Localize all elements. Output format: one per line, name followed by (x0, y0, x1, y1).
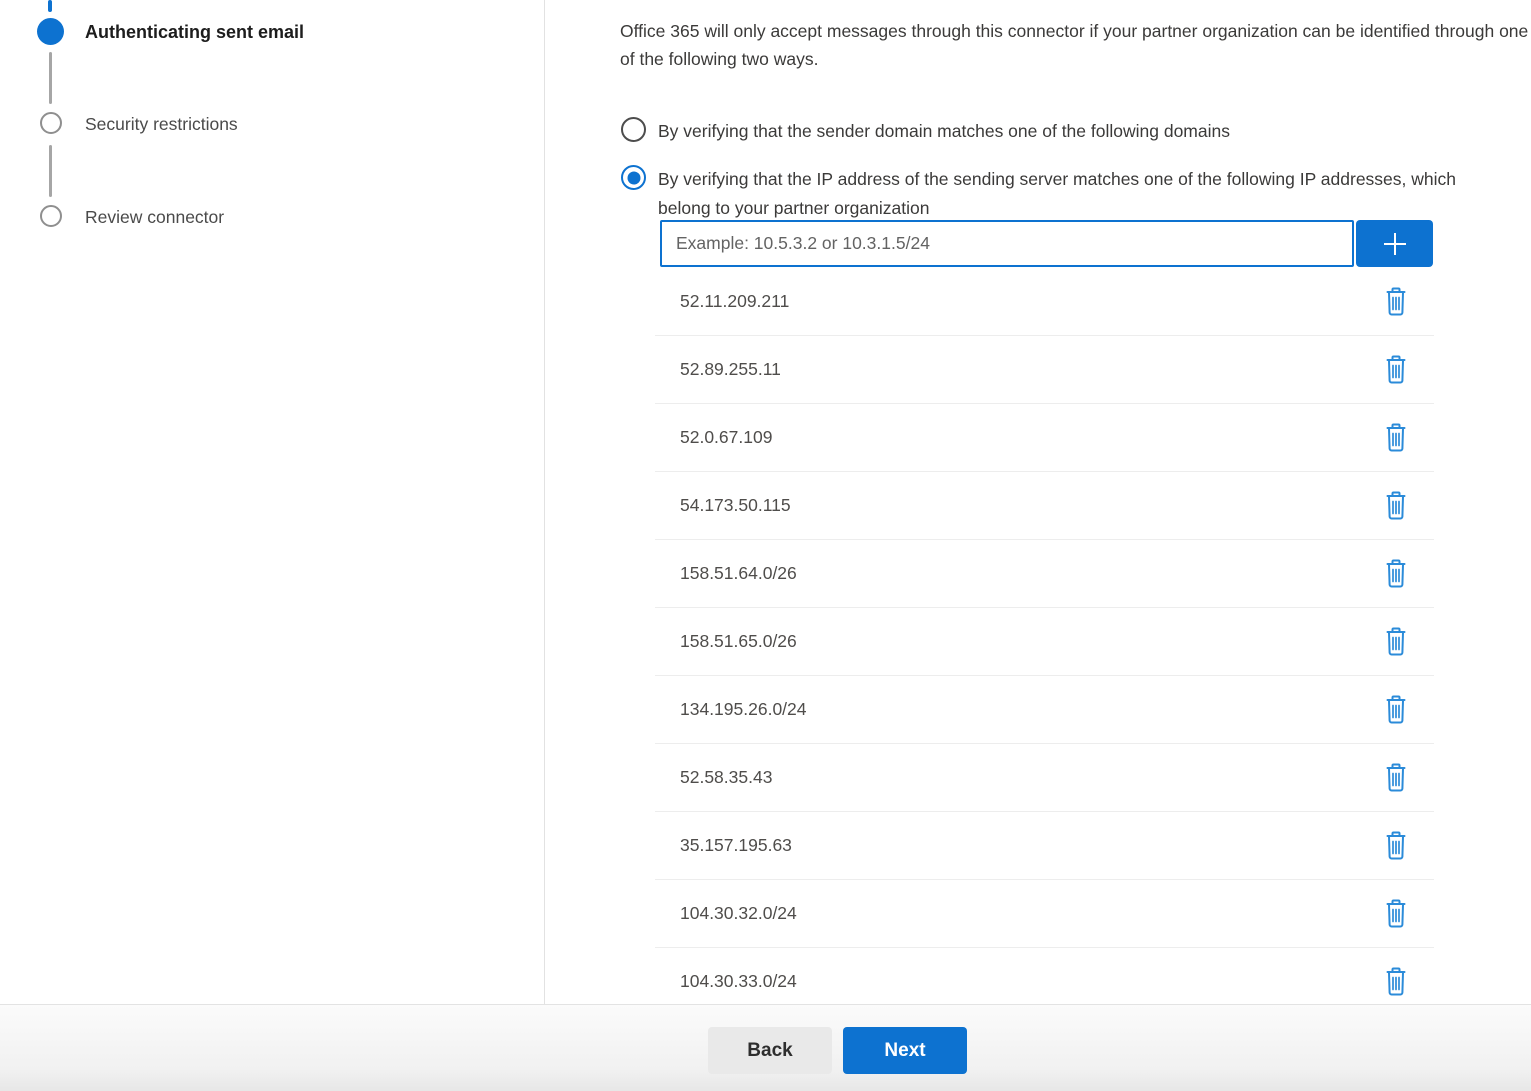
delete-ip-button[interactable] (1380, 896, 1412, 932)
step-current-dot (37, 18, 64, 45)
trash-icon (1383, 762, 1409, 794)
ip-address-value: 54.173.50.115 (680, 495, 1380, 516)
delete-ip-button[interactable] (1380, 420, 1412, 456)
option-verify-ip-address[interactable]: By verifying that the IP address of the … (621, 165, 1473, 223)
ip-address-value: 104.30.33.0/24 (680, 971, 1380, 992)
ip-list-item: 52.58.35.43 (655, 744, 1434, 812)
ip-address-value: 104.30.32.0/24 (680, 903, 1380, 924)
ip-address-value: 158.51.64.0/26 (680, 563, 1380, 584)
trash-icon (1383, 830, 1409, 862)
step-review-connector: Review connector (85, 204, 224, 230)
stepper-rail (49, 145, 52, 197)
trash-icon (1383, 966, 1409, 998)
ip-address-value: 52.11.209.211 (680, 291, 1380, 312)
stepper-rail (49, 52, 52, 104)
ip-list-item: 52.0.67.109 (655, 404, 1434, 472)
wizard-steps-sidebar: Authenticating sent email Security restr… (0, 0, 545, 1004)
ip-address-value: 35.157.195.63 (680, 835, 1380, 856)
ip-address-value: 52.0.67.109 (680, 427, 1380, 448)
delete-ip-button[interactable] (1380, 352, 1412, 388)
next-button[interactable]: Next (843, 1027, 967, 1074)
ip-address-value: 52.58.35.43 (680, 767, 1380, 788)
stepper-rail-completed (48, 0, 52, 12)
connector-wizard-page: Authenticating sent email Security restr… (0, 0, 1531, 1091)
step-circle-icon (40, 205, 62, 227)
ip-list-item: 104.30.32.0/24 (655, 880, 1434, 948)
trash-icon (1383, 422, 1409, 454)
trash-icon (1383, 694, 1409, 726)
ip-list-item: 104.30.33.0/24 (655, 948, 1434, 1004)
option-verify-sender-domain[interactable]: By verifying that the sender domain matc… (621, 117, 1230, 146)
wizard-footer: Back Next (0, 1004, 1531, 1091)
ip-list-item: 158.51.65.0/26 (655, 608, 1434, 676)
ip-list-item: 52.11.209.211 (655, 268, 1434, 336)
step-authenticating-sent-email: Authenticating sent email (85, 19, 304, 45)
trash-icon (1383, 626, 1409, 658)
delete-ip-button[interactable] (1380, 624, 1412, 660)
step-circle-icon (40, 112, 62, 134)
ip-address-input[interactable] (660, 220, 1354, 267)
ip-list: 52.11.209.211 52.89.255.11 (655, 268, 1434, 1004)
delete-ip-button[interactable] (1380, 828, 1412, 864)
delete-ip-button[interactable] (1380, 556, 1412, 592)
radio-selected-icon[interactable] (621, 165, 646, 190)
ip-list-item: 134.195.26.0/24 (655, 676, 1434, 744)
plus-icon (1379, 228, 1411, 260)
delete-ip-button[interactable] (1380, 692, 1412, 728)
step-security-restrictions: Security restrictions (85, 111, 238, 137)
step-content: Office 365 will only accept messages thr… (546, 0, 1531, 1004)
option-label: By verifying that the sender domain matc… (658, 117, 1230, 146)
back-button[interactable]: Back (708, 1027, 832, 1074)
ip-list-item: 52.89.255.11 (655, 336, 1434, 404)
radio-unselected-icon[interactable] (621, 117, 646, 142)
add-ip-button[interactable] (1356, 220, 1433, 267)
ip-list-item: 158.51.64.0/26 (655, 540, 1434, 608)
delete-ip-button[interactable] (1380, 284, 1412, 320)
ip-address-value: 134.195.26.0/24 (680, 699, 1380, 720)
option-label: By verifying that the IP address of the … (658, 165, 1473, 223)
trash-icon (1383, 490, 1409, 522)
ip-list-item: 35.157.195.63 (655, 812, 1434, 880)
ip-address-value: 52.89.255.11 (680, 359, 1380, 380)
ip-entry-row (660, 220, 1433, 267)
trash-icon (1383, 286, 1409, 318)
trash-icon (1383, 898, 1409, 930)
ip-address-value: 158.51.65.0/26 (680, 631, 1380, 652)
delete-ip-button[interactable] (1380, 488, 1412, 524)
delete-ip-button[interactable] (1380, 964, 1412, 1000)
intro-text: Office 365 will only accept messages thr… (620, 17, 1531, 73)
trash-icon (1383, 558, 1409, 590)
ip-list-item: 54.173.50.115 (655, 472, 1434, 540)
delete-ip-button[interactable] (1380, 760, 1412, 796)
trash-icon (1383, 354, 1409, 386)
